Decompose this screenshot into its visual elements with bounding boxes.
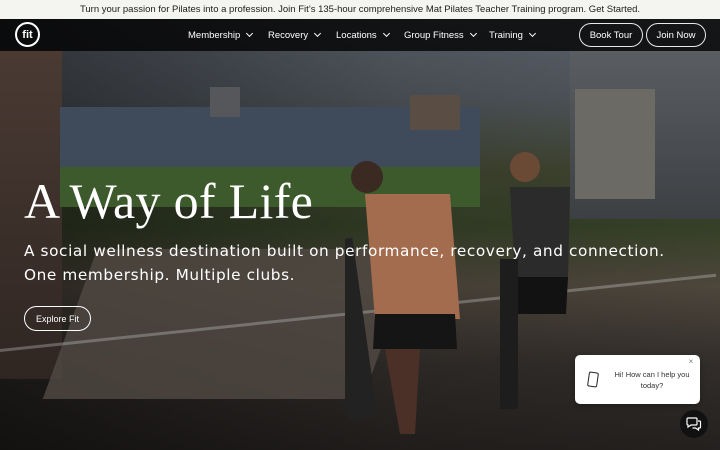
hero-subtitle-line-2: One membership. Multiple clubs. [24,266,296,284]
main-navbar: fit Membership Recovery Locations Group … [0,19,720,51]
nav-recovery[interactable]: Recovery [268,19,322,51]
nav-recovery-label[interactable]: Recovery [268,30,308,41]
chevron-down-icon [314,29,322,38]
join-now-label[interactable]: Join Now [656,30,695,41]
announcement-text[interactable]: Turn your passion for Pilates into a pro… [80,4,640,15]
nav-group-fitness[interactable]: Group Fitness [404,19,477,51]
fit-logo[interactable]: fit [15,22,40,47]
chat-message[interactable]: Hi! How can I help you today? [613,369,691,391]
explore-fit-button[interactable]: Explore Fit [24,306,91,331]
nav-locations[interactable]: Locations [336,19,390,51]
announcement-bar[interactable]: Turn your passion for Pilates into a pro… [0,0,720,19]
hero-subtitle-line-1: A social wellness destination built on p… [24,242,665,260]
phone-icon [587,371,599,388]
chevron-down-icon [246,29,254,38]
nav-locations-label[interactable]: Locations [336,30,377,41]
rider-figure-1 [345,161,460,434]
nav-training-label[interactable]: Training [489,30,523,41]
chevron-down-icon [469,29,477,38]
chat-launcher-button[interactable] [680,410,708,438]
book-tour-label[interactable]: Book Tour [590,30,633,41]
logo-text[interactable]: fit [22,29,32,41]
hero-subtitle: A social wellness destination built on p… [24,239,665,287]
nav-group-fitness-label[interactable]: Group Fitness [404,30,464,41]
book-tour-button[interactable]: Book Tour [579,23,643,47]
chat-bubbles-icon [686,417,702,432]
nav-membership[interactable]: Membership [188,19,254,51]
explore-fit-label[interactable]: Explore Fit [36,314,79,324]
chat-prompt-bubble[interactable]: Hi! How can I help you today? [575,355,700,404]
chat-close-icon[interactable]: × [686,357,696,367]
chevron-down-icon [528,29,537,38]
chevron-down-icon [382,29,390,38]
hero-title: A Way of Life [24,173,314,229]
nav-training[interactable]: Training [489,19,537,51]
nav-membership-label[interactable]: Membership [188,30,240,41]
join-now-button[interactable]: Join Now [646,23,706,47]
